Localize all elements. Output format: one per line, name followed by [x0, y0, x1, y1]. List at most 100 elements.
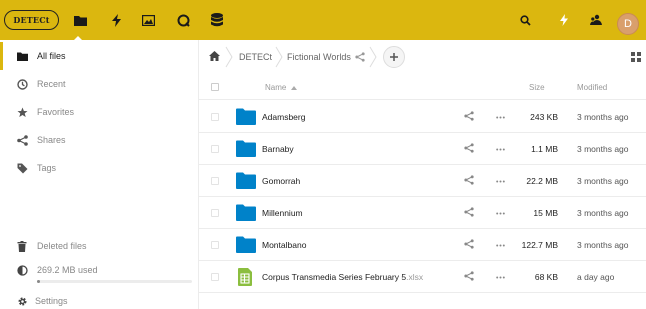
file-table-header: Name Size Modified: [199, 74, 646, 100]
column-header-modified[interactable]: Modified: [577, 74, 607, 100]
breadcrumb-separator: [275, 46, 283, 68]
quota-progress-fill: [37, 280, 40, 283]
notifications-icon[interactable]: [556, 12, 572, 28]
grid-view-toggle[interactable]: [631, 52, 641, 64]
file-name[interactable]: Corpus Transmedia Series February 5 .xlsx: [262, 261, 423, 293]
gallery-app-icon[interactable]: [140, 12, 156, 28]
more-options-icon[interactable]: [494, 207, 506, 219]
file-name-base: Corpus Transmedia Series February 5: [262, 272, 407, 282]
folder-icon: [236, 204, 256, 223]
share-icon[interactable]: [464, 239, 474, 251]
folder-icon: [236, 172, 256, 191]
breadcrumb-separator: [369, 46, 377, 68]
trash-icon: [16, 240, 28, 252]
file-modified: 3 months ago: [577, 240, 629, 250]
search-icon[interactable]: [517, 12, 533, 28]
quota-label: 269.2 MB used: [37, 265, 98, 275]
spreadsheet-icon: [238, 268, 252, 288]
sidebar-item-label: Tags: [37, 163, 57, 173]
sidebar-item-settings[interactable]: Settings: [0, 287, 199, 309]
file-name[interactable]: Barnaby: [262, 133, 294, 165]
breadcrumb: DETECt Fictional Worlds: [199, 40, 646, 74]
sidebar-item-label: Favorites: [37, 107, 75, 117]
file-modified: 3 months ago: [577, 208, 629, 218]
file-size: 22.2 MB: [526, 176, 558, 186]
home-icon: [209, 51, 220, 63]
sidebar-item-label: Settings: [35, 296, 68, 306]
tag-icon: [16, 162, 28, 174]
file-name[interactable]: Adamsberg: [262, 101, 305, 133]
file-row[interactable]: Millennium 15 MB 3 months ago: [199, 197, 646, 229]
breadcrumb-item-current[interactable]: Fictional Worlds: [287, 40, 351, 74]
more-options-icon[interactable]: [494, 111, 506, 123]
more-options-icon[interactable]: [494, 175, 506, 187]
file-name[interactable]: Gomorrah: [262, 165, 300, 197]
file-name[interactable]: Millennium: [262, 197, 303, 229]
share-icon: [16, 134, 28, 146]
sidebar-item-label: Deleted files: [37, 241, 87, 251]
share-icon[interactable]: [464, 175, 474, 187]
row-checkbox[interactable]: [211, 177, 219, 185]
file-modified: a day ago: [577, 272, 615, 282]
file-name[interactable]: Montalbano: [262, 229, 306, 261]
share-icon[interactable]: [464, 271, 474, 283]
app-logo[interactable]: DETECt: [4, 10, 59, 30]
folder-icon: [236, 108, 256, 127]
file-row[interactable]: Corpus Transmedia Series February 5 .xlsx…: [199, 261, 646, 293]
file-name-base: Montalbano: [262, 240, 307, 250]
folder-icon: [16, 50, 28, 62]
quota-progress-bar: [37, 280, 192, 283]
breadcrumb-separator: [225, 46, 233, 68]
file-size: 243 KB: [530, 112, 558, 122]
more-options-icon[interactable]: [494, 239, 506, 251]
file-row[interactable]: Barnaby 1.1 MB 3 months ago: [199, 133, 646, 165]
sidebar-item-tags[interactable]: Tags: [0, 154, 199, 182]
row-checkbox[interactable]: [211, 241, 219, 249]
activity-app-icon[interactable]: [108, 12, 124, 28]
file-name-base: Adamsberg: [262, 112, 306, 122]
column-header-name[interactable]: Name: [265, 74, 298, 100]
more-options-icon[interactable]: [494, 271, 506, 283]
row-checkbox[interactable]: [211, 209, 219, 217]
share-icon[interactable]: [464, 111, 474, 123]
column-header-size[interactable]: Size: [529, 74, 545, 100]
row-checkbox[interactable]: [211, 113, 219, 121]
file-size: 1.1 MB: [531, 144, 558, 154]
share-icon[interactable]: [464, 207, 474, 219]
file-name-base: Barnaby: [262, 144, 294, 154]
sidebar-item-all-files[interactable]: All files: [0, 42, 199, 70]
user-avatar[interactable]: D: [617, 13, 639, 35]
talk-app-icon[interactable]: [175, 12, 191, 28]
file-row[interactable]: Gomorrah 22.2 MB 3 months ago: [199, 165, 646, 197]
breadcrumb-item[interactable]: DETECt: [239, 40, 272, 74]
sidebar-item-shares[interactable]: Shares: [0, 126, 199, 154]
grid-icon: [631, 52, 641, 62]
gear-icon: [16, 295, 28, 307]
file-modified: 3 months ago: [577, 144, 629, 154]
share-icon[interactable]: [464, 143, 474, 155]
file-row[interactable]: Montalbano 122.7 MB 3 months ago: [199, 229, 646, 261]
more-options-icon[interactable]: [494, 143, 506, 155]
sidebar-item-favorites[interactable]: Favorites: [0, 98, 199, 126]
file-row[interactable]: Adamsberg 243 KB 3 months ago: [199, 101, 646, 133]
star-icon: [16, 106, 28, 118]
database-app-icon[interactable]: [209, 12, 225, 28]
column-name-label: Name: [265, 82, 287, 92]
contacts-icon[interactable]: [588, 12, 604, 28]
row-checkbox[interactable]: [211, 145, 219, 153]
file-size: 68 KB: [534, 272, 558, 282]
files-app-icon[interactable]: [72, 12, 88, 28]
add-new-button[interactable]: [383, 46, 405, 68]
file-extension: .xlsx: [406, 272, 424, 282]
sidebar-item-label: Recent: [37, 79, 66, 89]
file-modified: 3 months ago: [577, 112, 629, 122]
breadcrumb-share-icon[interactable]: [355, 40, 365, 74]
breadcrumb-home[interactable]: [209, 40, 220, 74]
file-name-base: Millennium: [262, 208, 303, 218]
sidebar-item-label: Shares: [37, 135, 66, 145]
pie-chart-icon: [16, 264, 28, 276]
sidebar-item-recent[interactable]: Recent: [0, 70, 199, 98]
row-checkbox[interactable]: [211, 273, 219, 281]
select-all-checkbox[interactable]: [211, 83, 219, 91]
sort-ascending-icon: [291, 83, 298, 92]
